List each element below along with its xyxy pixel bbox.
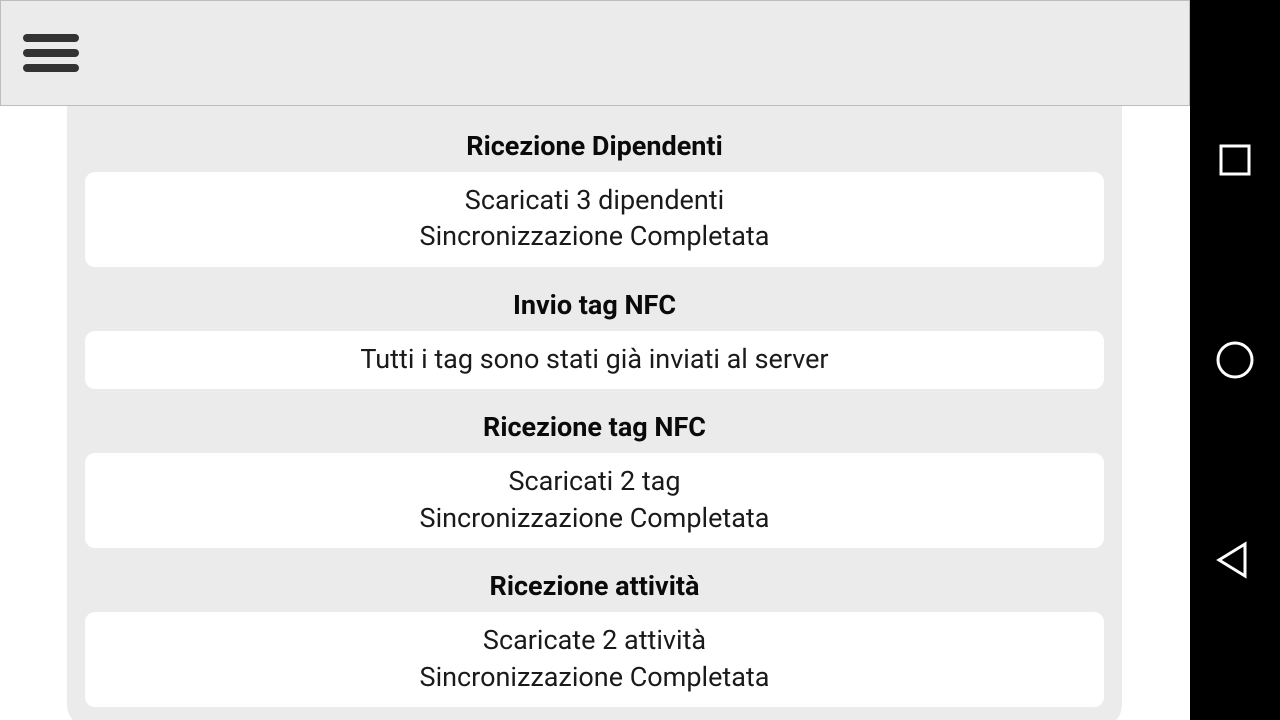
home-icon[interactable]	[1211, 336, 1259, 384]
status-line: Tutti i tag sono stati già inviati al se…	[97, 341, 1092, 377]
back-icon[interactable]	[1211, 536, 1259, 584]
status-line: Sincronizzazione Completata	[97, 659, 1092, 695]
status-line: Scaricati 3 dipendenti	[97, 182, 1092, 218]
app-header	[0, 0, 1190, 106]
section-title-attivita: Ricezione attività	[85, 570, 1104, 602]
section-title-invio-nfc: Invio tag NFC	[85, 289, 1104, 321]
hamburger-icon[interactable]	[23, 34, 79, 72]
screen-root: Ricezione Dipendenti Scaricati 3 dipende…	[0, 0, 1280, 720]
section-box-invio-nfc: Tutti i tag sono stati già inviati al se…	[85, 331, 1104, 389]
section-title-ricezione-nfc: Ricezione tag NFC	[85, 411, 1104, 443]
recent-apps-icon[interactable]	[1211, 136, 1259, 184]
status-line: Scaricate 2 attività	[97, 622, 1092, 658]
section-box-ricezione-nfc: Scaricati 2 tag Sincronizzazione Complet…	[85, 453, 1104, 548]
status-line: Scaricati 2 tag	[97, 463, 1092, 499]
android-nav-bar	[1190, 0, 1280, 720]
section-title-dipendenti: Ricezione Dipendenti	[85, 130, 1104, 162]
sync-status-panel: Ricezione Dipendenti Scaricati 3 dipende…	[67, 106, 1122, 720]
status-line: Sincronizzazione Completata	[97, 500, 1092, 536]
section-box-attivita: Scaricate 2 attività Sincronizzazione Co…	[85, 612, 1104, 707]
section-box-dipendenti: Scaricati 3 dipendenti Sincronizzazione …	[85, 172, 1104, 267]
status-line: Sincronizzazione Completata	[97, 218, 1092, 254]
app-area: Ricezione Dipendenti Scaricati 3 dipende…	[0, 0, 1190, 720]
